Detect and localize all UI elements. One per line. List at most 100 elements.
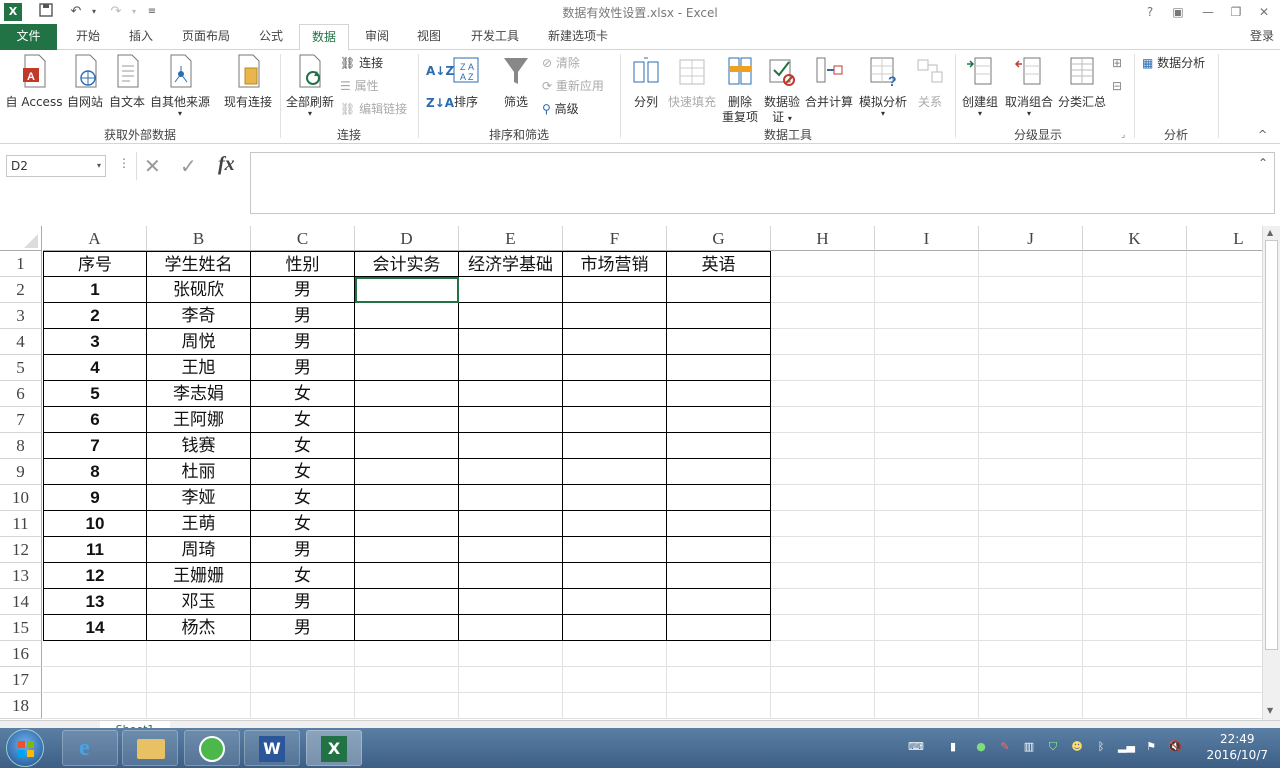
active-cell[interactable] (355, 277, 459, 303)
cell-k9[interactable] (1083, 459, 1187, 485)
table-header-cell[interactable]: 英语 (667, 251, 771, 277)
cell-f14[interactable] (563, 589, 667, 615)
group-button[interactable]: 创建组 ▾ (958, 54, 1002, 118)
name-box[interactable]: D2 ▾ (6, 155, 106, 177)
cell-k6[interactable] (1083, 381, 1187, 407)
cell-e18[interactable] (459, 693, 563, 719)
cell-d13[interactable] (355, 563, 459, 589)
table-cell[interactable]: 14 (43, 615, 147, 641)
cell-e14[interactable] (459, 589, 563, 615)
cell-e15[interactable] (459, 615, 563, 641)
cell-f6[interactable] (563, 381, 667, 407)
data-analysis-button[interactable]: ▦ 数据分析 (1142, 54, 1205, 72)
table-cell[interactable]: 女 (251, 407, 355, 433)
cell-j13[interactable] (979, 563, 1083, 589)
connections-button[interactable]: ⛓ 连接 (340, 54, 383, 72)
table-header-cell[interactable]: 会计实务 (355, 251, 459, 277)
cell-d4[interactable] (355, 329, 459, 355)
edit-links-button[interactable]: ⛓ 编辑链接 (340, 100, 407, 118)
flash-fill-button[interactable]: 快速填充 (666, 54, 718, 110)
table-cell[interactable]: 周琦 (147, 537, 251, 563)
formula-bar-resize-icon[interactable]: ⋮ (118, 156, 130, 170)
cell-e10[interactable] (459, 485, 563, 511)
table-cell[interactable]: 6 (43, 407, 147, 433)
consolidate-button[interactable]: 合并计算 (804, 54, 854, 110)
table-header-cell[interactable]: 学生姓名 (147, 251, 251, 277)
cell-k1[interactable] (1083, 251, 1187, 277)
cell-i15[interactable] (875, 615, 979, 641)
cell-j18[interactable] (979, 693, 1083, 719)
sort-button[interactable]: ZAAZ 排序 (446, 54, 486, 110)
cell-g6[interactable] (667, 381, 771, 407)
cell-g7[interactable] (667, 407, 771, 433)
cell-h6[interactable] (771, 381, 875, 407)
table-cell[interactable]: 女 (251, 433, 355, 459)
cell-b18[interactable] (147, 693, 251, 719)
column-header-h[interactable]: H (771, 226, 875, 251)
cell-i9[interactable] (875, 459, 979, 485)
cell-l7[interactable] (1187, 407, 1262, 433)
word-taskbar-button[interactable]: W (244, 730, 300, 766)
cell-k12[interactable] (1083, 537, 1187, 563)
cell-l10[interactable] (1187, 485, 1262, 511)
cell-f15[interactable] (563, 615, 667, 641)
cell-k11[interactable] (1083, 511, 1187, 537)
cell-i16[interactable] (875, 641, 979, 667)
cell-l17[interactable] (1187, 667, 1262, 693)
cell-l12[interactable] (1187, 537, 1262, 563)
row-header-14[interactable]: 14 (0, 589, 42, 615)
column-header-i[interactable]: I (875, 226, 979, 251)
table-cell[interactable]: 钱赛 (147, 433, 251, 459)
what-if-analysis-button[interactable]: ? 模拟分析 ▾ (856, 54, 910, 118)
cell-k13[interactable] (1083, 563, 1187, 589)
row-header-11[interactable]: 11 (0, 511, 42, 537)
explorer-taskbar-button[interactable] (122, 730, 178, 766)
advanced-filter-button[interactable]: ⚲ 高级 (542, 100, 579, 118)
cell-l2[interactable] (1187, 277, 1262, 303)
table-cell[interactable]: 4 (43, 355, 147, 381)
cell-k16[interactable] (1083, 641, 1187, 667)
cell-g5[interactable] (667, 355, 771, 381)
table-cell[interactable]: 女 (251, 459, 355, 485)
row-header-9[interactable]: 9 (0, 459, 42, 485)
cell-j4[interactable] (979, 329, 1083, 355)
cell-f10[interactable] (563, 485, 667, 511)
cell-d9[interactable] (355, 459, 459, 485)
user-icon[interactable]: ☻ (1070, 740, 1084, 754)
data-validation-button[interactable]: 数据验 证 ▾ (762, 54, 802, 126)
cell-f13[interactable] (563, 563, 667, 589)
cell-i1[interactable] (875, 251, 979, 277)
cell-g14[interactable] (667, 589, 771, 615)
cell-i3[interactable] (875, 303, 979, 329)
subtotal-button[interactable]: 分类汇总 (1056, 54, 1108, 110)
cell-k18[interactable] (1083, 693, 1187, 719)
from-text-button[interactable]: 自文本 (106, 54, 148, 110)
tab-formulas[interactable]: 公式 (248, 24, 294, 50)
table-cell[interactable]: 11 (43, 537, 147, 563)
cancel-icon[interactable]: ✕ (144, 154, 161, 178)
cell-l15[interactable] (1187, 615, 1262, 641)
cell-l9[interactable] (1187, 459, 1262, 485)
cell-j17[interactable] (979, 667, 1083, 693)
table-cell[interactable]: 9 (43, 485, 147, 511)
scroll-down-icon[interactable]: ▼ (1267, 706, 1273, 715)
cell-j6[interactable] (979, 381, 1083, 407)
cell-i18[interactable] (875, 693, 979, 719)
table-cell[interactable]: 男 (251, 537, 355, 563)
collapse-ribbon-icon[interactable]: ^ (1258, 126, 1267, 144)
tab-review[interactable]: 审阅 (354, 24, 400, 50)
column-header-l[interactable]: L (1187, 226, 1262, 251)
cell-h1[interactable] (771, 251, 875, 277)
cell-j8[interactable] (979, 433, 1083, 459)
cell-e2[interactable] (459, 277, 563, 303)
battery-icon[interactable]: ▮ (946, 740, 960, 754)
dialog-launcher-icon[interactable]: ⌟ (1121, 126, 1125, 144)
cell-j15[interactable] (979, 615, 1083, 641)
cell-h10[interactable] (771, 485, 875, 511)
cell-b17[interactable] (147, 667, 251, 693)
row-header-18[interactable]: 18 (0, 693, 42, 719)
cell-l18[interactable] (1187, 693, 1262, 719)
cell-k8[interactable] (1083, 433, 1187, 459)
table-cell[interactable]: 男 (251, 277, 355, 303)
filter-button[interactable]: 筛选 (496, 54, 536, 110)
